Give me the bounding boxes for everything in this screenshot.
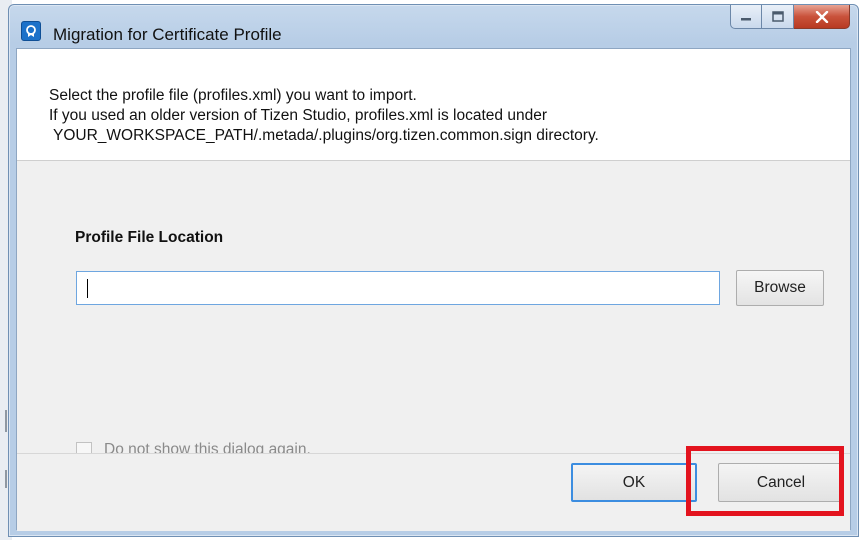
message-line-1: Select the profile file (profiles.xml) y… [49,87,417,104]
browse-button[interactable]: Browse [736,270,824,306]
maximize-icon [771,11,784,22]
message-line-2: If you used an older version of Tizen St… [49,107,547,124]
dialog-window: Migration for Certificate Profile Select… [8,4,859,537]
maximize-button[interactable] [762,5,794,29]
dialog-message: Select the profile file (profiles.xml) y… [49,86,599,146]
minimize-button[interactable] [730,5,762,29]
dialog-header: Select the profile file (profiles.xml) y… [17,49,850,159]
window-title: Migration for Certificate Profile [53,25,282,44]
section-title: Profile File Location [75,229,224,246]
background-artifact [5,410,7,432]
background-artifact [5,470,7,488]
window-controls [730,5,850,33]
close-icon [815,10,828,23]
ok-button[interactable]: OK [571,463,697,502]
text-caret [87,279,88,298]
button-bar: OK Cancel [17,454,850,531]
tizen-certificate-icon [21,21,41,41]
form-area: Profile File Location Browse Do not show… [17,161,850,458]
close-button[interactable] [794,5,850,29]
profile-location-input[interactable] [76,271,720,305]
message-line-3: YOUR_WORKSPACE_PATH/.metada/.plugins/org… [53,127,599,144]
dialog-client-area: Select the profile file (profiles.xml) y… [16,48,851,531]
minimize-icon [741,17,751,20]
cancel-button[interactable]: Cancel [718,463,844,502]
